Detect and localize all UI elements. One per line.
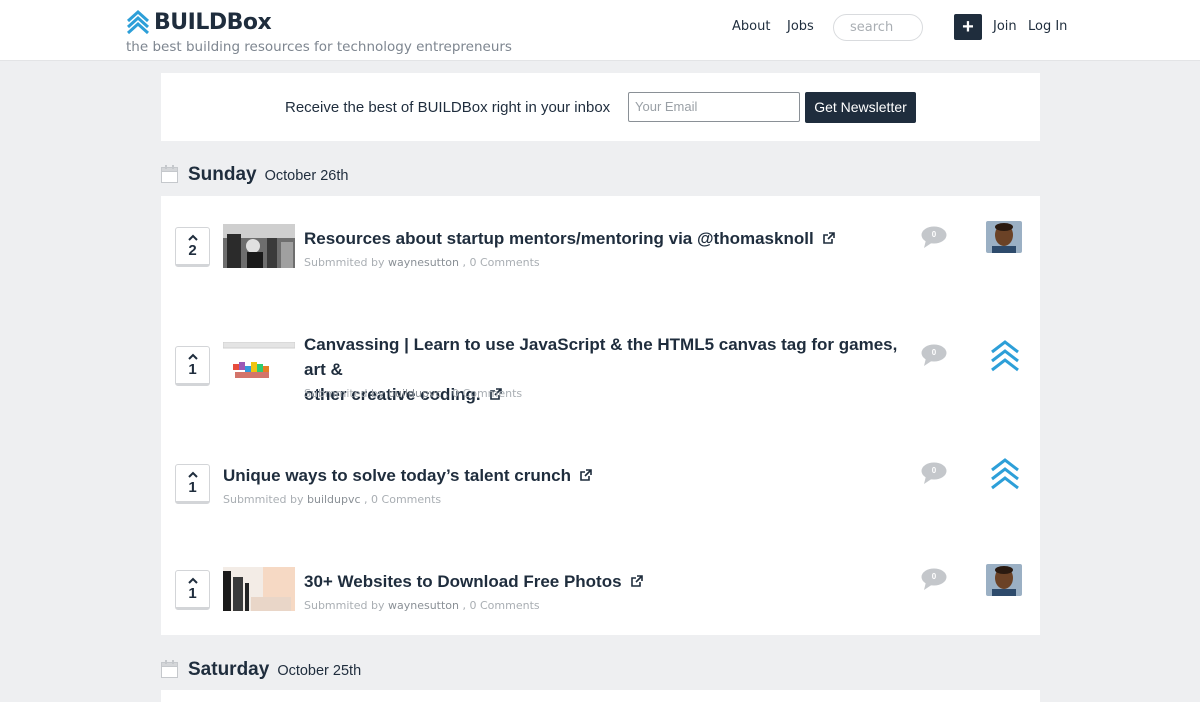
- thumbnail-image: [223, 342, 295, 386]
- comments-button[interactable]: 0: [921, 344, 947, 368]
- email-field[interactable]: Your Email: [628, 92, 800, 122]
- comments-link[interactable]: , 0 Comments: [463, 256, 540, 269]
- external-link-icon[interactable]: [630, 575, 643, 588]
- vote-count: 1: [188, 361, 197, 378]
- nav-login[interactable]: Log In: [1028, 19, 1067, 34]
- comment-count: 0: [931, 348, 937, 357]
- post-meta: Submmited by waynesutton , 0 Comments: [304, 256, 540, 269]
- comment-count: 0: [931, 466, 937, 475]
- comments-link[interactable]: , 0 Comments: [364, 493, 441, 506]
- day-header: Sunday October 26th: [161, 162, 348, 186]
- day-name: Sunday: [188, 164, 257, 185]
- author-link[interactable]: buildupvc: [388, 387, 442, 400]
- post-thumbnail[interactable]: [223, 224, 295, 268]
- post-thumbnail[interactable]: [223, 342, 295, 386]
- upvote-button[interactable]: 1: [175, 570, 210, 610]
- comment-count: 0: [931, 230, 937, 239]
- calendar-icon: [161, 165, 178, 183]
- tagline: the best building resources for technolo…: [126, 39, 512, 55]
- post-meta: Submmited by buildupvc , 0 Comments: [223, 493, 441, 506]
- nav-about[interactable]: About: [732, 19, 770, 34]
- thumbnail-image: [223, 224, 295, 268]
- vote-count: 1: [188, 479, 197, 496]
- thumbnail-image: [223, 567, 295, 611]
- avatar[interactable]: [986, 221, 1022, 253]
- comments-button[interactable]: 0: [921, 226, 947, 250]
- newsletter-button[interactable]: Get Newsletter: [805, 92, 916, 123]
- add-post-button[interactable]: +: [954, 14, 982, 40]
- day-header: Saturday October 25th: [161, 657, 361, 681]
- external-link-icon[interactable]: [822, 232, 835, 245]
- post-title[interactable]: 30+ Websites to Download Free Photos: [304, 569, 643, 594]
- comments-link[interactable]: , 0 Comments: [463, 599, 540, 612]
- site-header: BUILDBox the best building resources for…: [0, 0, 1200, 61]
- day-name: Saturday: [188, 659, 270, 680]
- external-link-icon[interactable]: [579, 469, 592, 482]
- person-photo-icon: [986, 564, 1022, 596]
- submitted-label: Submmited by: [223, 493, 304, 506]
- post-list: [161, 690, 1040, 702]
- upvote-button[interactable]: 1: [175, 464, 210, 504]
- author-link[interactable]: waynesutton: [388, 599, 459, 612]
- post-title[interactable]: Unique ways to solve today’s talent crun…: [223, 463, 592, 488]
- submitted-label: Submmited by: [304, 387, 385, 400]
- post-title-text: Canvassing | Learn to use JavaScript & t…: [304, 335, 898, 379]
- nav-join[interactable]: Join: [993, 19, 1017, 34]
- search-input[interactable]: search: [833, 14, 923, 41]
- post-title[interactable]: Resources about startup mentors/mentorin…: [304, 226, 835, 251]
- day-date: October 25th: [277, 663, 362, 679]
- person-photo-icon: [986, 221, 1022, 253]
- logo[interactable]: BUILDBox: [126, 9, 272, 35]
- author-link[interactable]: waynesutton: [388, 256, 459, 269]
- brand-name: BUILDBox: [154, 9, 272, 35]
- calendar-icon: [161, 660, 178, 678]
- comments-link[interactable]: , 0 Comments: [445, 387, 522, 400]
- comment-count: 0: [931, 572, 937, 581]
- post-title-text: Unique ways to solve today’s talent crun…: [223, 466, 571, 485]
- newsletter-text: Receive the best of BUILDBox right in yo…: [285, 99, 611, 116]
- vote-count: 1: [188, 585, 197, 602]
- post-thumbnail[interactable]: [223, 567, 295, 611]
- author-link[interactable]: buildupvc: [307, 493, 361, 506]
- post-title-text: Resources about startup mentors/mentorin…: [304, 229, 814, 248]
- buildbox-avatar-icon[interactable]: [990, 339, 1020, 373]
- upvote-button[interactable]: 2: [175, 227, 210, 267]
- buildbox-avatar-icon[interactable]: [990, 457, 1020, 491]
- post-list: 2 Resources about startup mentors/mentor…: [161, 196, 1040, 635]
- post-title-text: 30+ Websites to Download Free Photos: [304, 572, 622, 591]
- nav-jobs[interactable]: Jobs: [787, 19, 814, 34]
- comments-button[interactable]: 0: [921, 462, 947, 486]
- submitted-label: Submmited by: [304, 599, 385, 612]
- upvote-button[interactable]: 1: [175, 346, 210, 386]
- post-meta: Submmited by waynesutton , 0 Comments: [304, 599, 540, 612]
- vote-count: 2: [188, 242, 197, 259]
- day-date: October 26th: [264, 168, 349, 184]
- comments-button[interactable]: 0: [921, 568, 947, 592]
- avatar[interactable]: [986, 564, 1022, 596]
- submitted-label: Submmited by: [304, 256, 385, 269]
- newsletter-bar: Receive the best of BUILDBox right in yo…: [161, 73, 1040, 141]
- post-meta: Submmited by buildupvc , 0 Comments: [304, 387, 522, 400]
- buildbox-logo-icon: [126, 9, 150, 35]
